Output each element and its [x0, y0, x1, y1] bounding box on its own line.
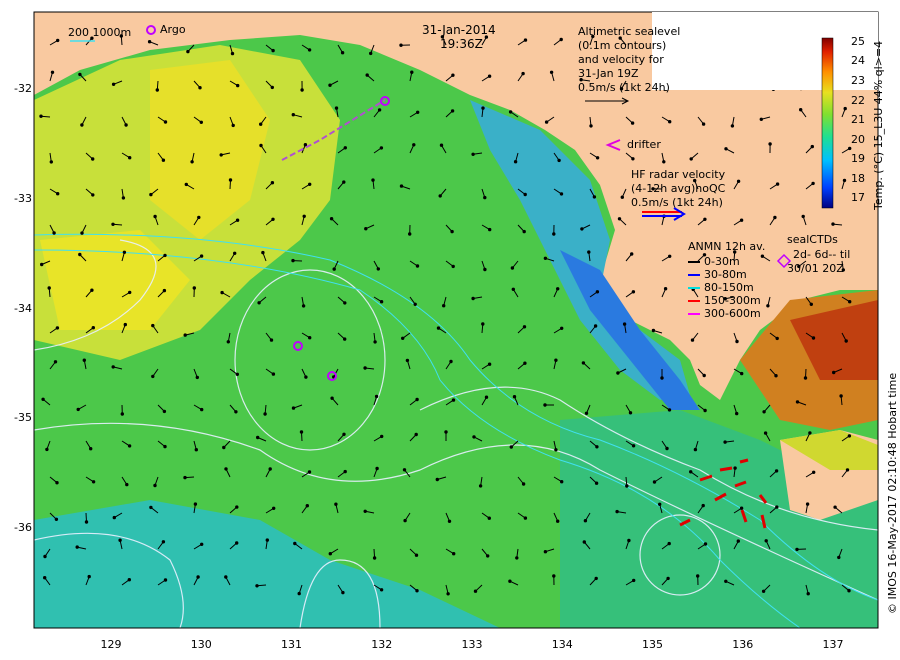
x-tick-label: 136	[732, 638, 754, 651]
hf-line-1: HF radar velocity	[631, 168, 726, 181]
anmn-legend: 0-30m 30-80m 80-150m 150-300m 300-600m	[688, 255, 761, 320]
altimetry-line-2: (0.1m contours)	[578, 39, 667, 52]
map-date: 31-Jan-2014	[422, 23, 496, 37]
colorbar-tick-label: 20	[851, 132, 865, 146]
altimetry-line-1: Altimetric sealevel	[578, 25, 681, 38]
anmn-legend-label: 150-300m	[704, 294, 761, 307]
altimetry-line-4: 31-Jan 19Z	[578, 67, 639, 80]
arrow-left-icon	[688, 299, 700, 302]
y-tick-label: -35	[14, 411, 32, 425]
hf-line-3: 0.5m/s (1kt 24h)	[631, 196, 723, 209]
x-tick-label: 130	[190, 638, 212, 651]
x-tick-label: 131	[281, 638, 302, 651]
y-tick-label: -36	[14, 521, 32, 534]
arrow-left-icon	[688, 312, 700, 315]
argo-legend-label: Argo	[160, 23, 186, 36]
anmn-legend-label: 80-150m	[704, 281, 754, 294]
x-tick-label: 132	[371, 638, 393, 651]
anmn-title: ANMN 12h av.	[688, 240, 766, 253]
seal-ctd-title: sealCTDs	[787, 233, 838, 246]
x-tick-label: 135	[642, 638, 663, 651]
scale-label: 200 1000m	[68, 26, 132, 39]
x-tick-label: 129	[100, 638, 122, 651]
colorbar-tick-label: 23	[851, 73, 865, 87]
y-tick-label: -34	[14, 301, 32, 315]
x-tick-label: 134	[551, 638, 573, 651]
seal-ctd-line-2: 30/01 20Z	[787, 262, 844, 275]
anmn-legend-item: 300-600m	[688, 307, 761, 320]
x-tick-label: 137	[822, 638, 844, 651]
colorbar-tick-label: 25	[851, 34, 865, 48]
colorbar-tick-label: 17	[851, 191, 865, 205]
arrow-left-icon	[688, 286, 700, 289]
arrow-left-icon	[688, 273, 700, 276]
colorbar-tick-label: 21	[851, 113, 865, 127]
colorbar-tick-label: 22	[851, 93, 865, 107]
hf-line-2: (4-12h avg)noQC	[631, 182, 726, 195]
anmn-legend-item: 80-150m	[688, 281, 761, 294]
arrow-left-icon	[688, 260, 700, 263]
anmn-legend-label: 30-80m	[704, 268, 747, 281]
y-tick-label: -33	[14, 191, 32, 205]
x-tick-label: 133	[461, 638, 483, 651]
sst-map	[33, 11, 879, 629]
y-tick-label: -32	[14, 82, 32, 95]
colorbar-tick-label: 19	[851, 152, 865, 166]
anmn-legend-item: 0-30m	[688, 255, 761, 268]
altimetry-line-3: and velocity for	[578, 53, 664, 66]
altimetry-line-5: 0.5m/s (1kt 24h)	[578, 81, 670, 94]
anmn-legend-label: 300-600m	[704, 307, 761, 320]
colorbar-title: Temp. (°C) 15_L3U 44% ql>=4	[872, 40, 885, 210]
colorbar	[821, 37, 834, 209]
anmn-legend-item: 150-300m	[688, 294, 761, 307]
colorbar-tick-label: 24	[851, 54, 865, 68]
seal-ctd-line-1: 2d- 6d-- til	[793, 248, 851, 261]
drifter-label: drifter	[627, 138, 661, 151]
anmn-legend-label: 0-30m	[704, 255, 740, 268]
credit-text: © IMOS 16-May-2017 02:10:48 Hobart time	[886, 372, 899, 614]
legend-box	[652, 12, 878, 90]
map-time: 19:36Z	[440, 37, 483, 51]
colorbar-tick-label: 18	[851, 171, 865, 185]
anmn-legend-item: 30-80m	[688, 268, 761, 281]
